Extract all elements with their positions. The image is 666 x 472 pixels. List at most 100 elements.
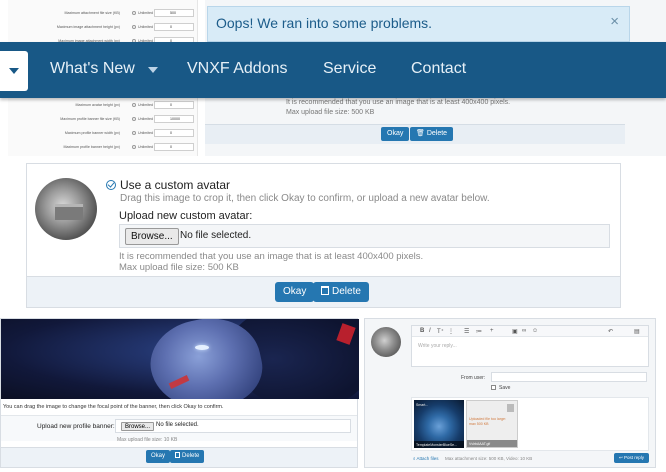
banner-file-input[interactable]: Browse... No file selected.: [115, 419, 351, 433]
unlimited-radio[interactable]: [132, 117, 136, 121]
upload-note: It is recommended that you use an image …: [119, 251, 423, 273]
trash-icon: [175, 452, 180, 458]
unlimited-radio[interactable]: [132, 11, 136, 15]
failed-attachment: Uploaded file too large: max 500 KB Vvlr…: [466, 400, 518, 448]
failed-file-caption: VvlrbAAAT.gif: [467, 440, 517, 447]
upload-max-size: Max upload file size: 10 KB: [117, 437, 178, 443]
nav-item-whats-new[interactable]: What's New: [50, 60, 135, 78]
link-icon[interactable]: ∞: [522, 328, 526, 334]
attachment-area: Smart... TemplateMonsterBlueSe... Upload…: [411, 397, 649, 451]
setting-value: 0: [170, 145, 172, 149]
post-reply-label: Post reply: [623, 455, 644, 460]
attach-files-label: Attach files: [416, 455, 439, 461]
setting-value: 0: [170, 103, 172, 107]
unlimited-radio[interactable]: [132, 131, 136, 135]
delete-button[interactable]: Delete: [313, 282, 369, 302]
setting-value: 500: [170, 11, 176, 15]
main-navbar: What's New VNXF Addons Service Contact: [0, 42, 666, 98]
banner-hint: You can drag the image to change the foc…: [3, 404, 224, 410]
upload-max-size: Max upload file size: 500 KB: [119, 262, 239, 273]
quick-reply-panel: B I T⁺ ⋮ ☰ ≔ + ▣ ∞ ☺ ↶ ▤ Write your repl…: [364, 318, 656, 468]
setting-value: 0: [170, 131, 172, 135]
okay-button[interactable]: Okay: [146, 450, 171, 463]
from-user-input[interactable]: [491, 372, 647, 382]
setting-row: Maximum image attachment height (px) Unl…: [8, 22, 198, 32]
upload-note: It is recommended that you use an image …: [286, 98, 510, 118]
delete-button[interactable]: 🗑 Delete: [410, 127, 454, 141]
failed-file-name: VvlrbAAAT.gif: [469, 441, 491, 446]
thumbnail-label: Smart...: [416, 403, 429, 407]
trash-icon: 🗑: [416, 130, 427, 137]
upload-recommendation: It is recommended that you use an image …: [119, 251, 424, 262]
unlimited-label: Unlimited: [138, 131, 153, 135]
align-icon[interactable]: ☰: [464, 328, 469, 335]
nav-item-vnxf-addons[interactable]: VNXF Addons: [187, 60, 288, 78]
unlimited-label: Unlimited: [138, 145, 153, 149]
setting-input[interactable]: [154, 101, 194, 109]
unlimited-label: Unlimited: [138, 11, 153, 15]
avatar-preview[interactable]: [35, 178, 97, 240]
list-icon[interactable]: ≔: [476, 328, 482, 335]
setting-row: Maximum profile banner width (px) Unlimi…: [8, 128, 198, 138]
upload-max-size: Max upload file size: 500 KB: [286, 109, 375, 116]
nav-item-contact[interactable]: Contact: [411, 60, 466, 78]
post-reply-button[interactable]: ↩ Post reply: [613, 453, 649, 463]
emoji-icon[interactable]: ☺: [532, 328, 538, 334]
unlimited-label: Unlimited: [138, 117, 153, 121]
upload-error-text: Uploaded file too large: max 500 KB: [469, 417, 506, 426]
unlimited-label: Unlimited: [138, 25, 153, 29]
browse-button[interactable]: Browse...: [121, 422, 155, 431]
reply-placeholder: Write your reply...: [418, 343, 457, 349]
attachment-thumbnail[interactable]: Smart... TemplateMonsterBlueSe...: [414, 400, 464, 448]
from-user-label: From user:: [461, 375, 486, 381]
save-label: Save: [499, 384, 511, 391]
delete-button[interactable]: Delete: [170, 450, 205, 463]
upload-avatar-label: Upload new custom avatar:: [119, 210, 253, 222]
chevron-down-icon[interactable]: [148, 67, 158, 73]
nav-item-service[interactable]: Service: [323, 60, 376, 78]
image-icon[interactable]: ▣: [512, 328, 518, 335]
editor-toolbar: B I T⁺ ⋮ ☰ ≔ + ▣ ∞ ☺ ↶ ▤: [412, 326, 648, 337]
chevron-down-icon: [9, 68, 19, 74]
avatar-action-bar: Okay Delete: [27, 276, 620, 307]
error-title: Oops! We ran into some problems.: [216, 15, 433, 31]
setting-row: Maximum profile banner file size (KB) Un…: [8, 114, 198, 124]
undo-icon[interactable]: ↶: [608, 328, 613, 335]
insert-icon[interactable]: +: [490, 328, 494, 334]
unlimited-radio[interactable]: [132, 103, 136, 107]
avatar-image-content: [55, 204, 83, 220]
okay-button[interactable]: Okay: [275, 282, 315, 302]
thumbnail-file-name: TemplateMonsterBlueSe...: [416, 442, 458, 447]
close-icon[interactable]: ×: [610, 13, 619, 30]
avatar-editor-panel: Use a custom avatar Drag this image to c…: [26, 163, 621, 308]
avatar-file-input[interactable]: Browse... No file selected.: [119, 224, 610, 248]
more-options-icon[interactable]: ⋮: [448, 328, 454, 335]
bold-icon[interactable]: B: [420, 328, 424, 334]
browse-button[interactable]: Browse...: [125, 228, 179, 245]
setting-row: Maximum attachment file size (KB) Unlimi…: [8, 8, 198, 18]
reply-editor[interactable]: B I T⁺ ⋮ ☰ ≔ + ▣ ∞ ☺ ↶ ▤ Write your repl…: [411, 325, 649, 367]
unlimited-radio[interactable]: [132, 145, 136, 149]
attach-files-link[interactable]: ⌕ Attach files: [413, 456, 439, 461]
text-size-icon[interactable]: T⁺: [437, 328, 444, 335]
setting-input[interactable]: [154, 143, 194, 151]
setting-label: Maximum attachment file size (KB): [64, 11, 120, 15]
okay-button[interactable]: Okay: [381, 127, 410, 141]
italic-icon[interactable]: I: [429, 328, 431, 334]
error-dialog: Oops! We ran into some problems. ×: [207, 6, 630, 42]
preview-icon[interactable]: ▤: [634, 328, 640, 335]
delete-label: Delete: [426, 130, 448, 137]
unlimited-radio[interactable]: [132, 25, 136, 29]
save-checkbox[interactable]: [491, 385, 496, 390]
nav-dropdown-toggle[interactable]: [0, 51, 28, 91]
custom-avatar-radio[interactable]: [106, 180, 116, 190]
file-status: No file selected.: [180, 230, 252, 241]
banner-preview[interactable]: [1, 319, 359, 399]
setting-input[interactable]: [154, 129, 194, 137]
reply-footer: ⌕ Attach files Max attachment size: 500 …: [411, 453, 649, 465]
thumbnail-caption: TemplateMonsterBlueSe...: [414, 441, 464, 448]
setting-input[interactable]: [154, 23, 194, 31]
profile-banner-panel: You can drag the image to change the foc…: [0, 318, 359, 468]
setting-value: 10000: [170, 117, 180, 121]
file-status: No file selected.: [156, 422, 199, 428]
